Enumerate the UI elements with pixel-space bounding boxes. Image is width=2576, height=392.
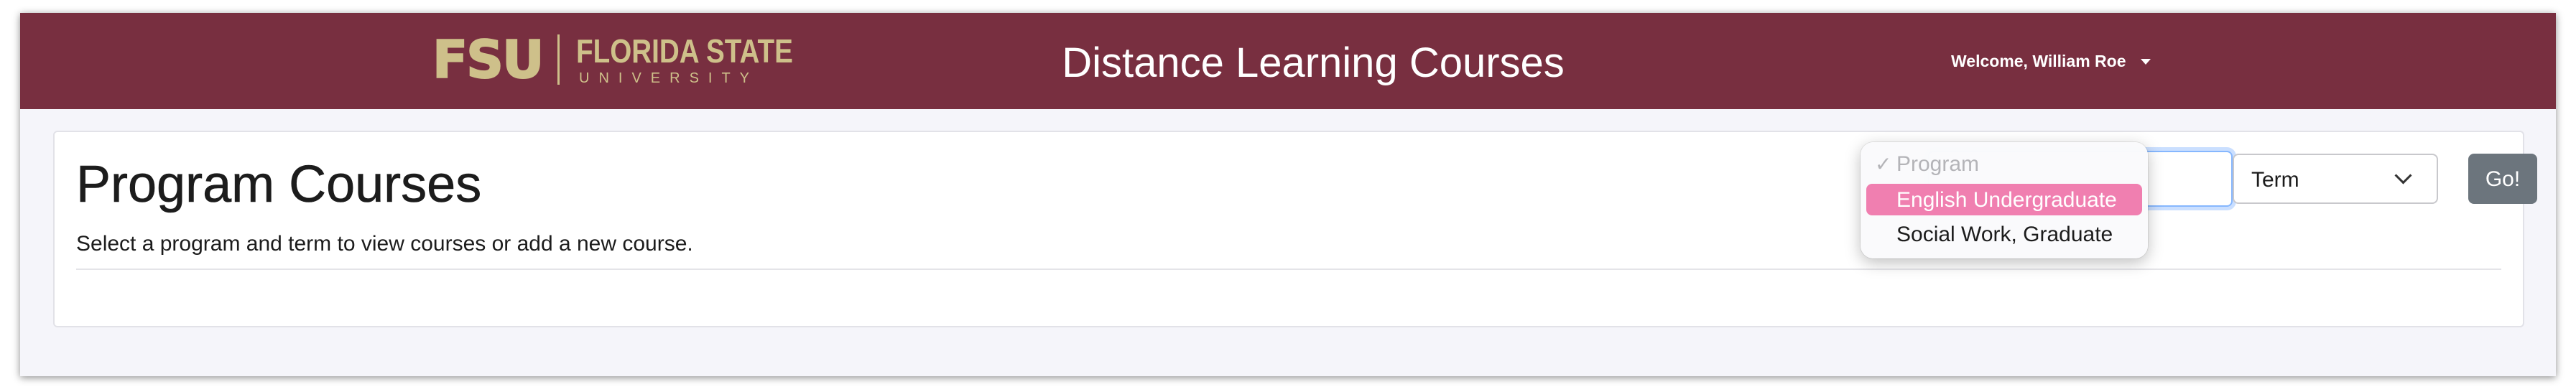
logo-subtitle: UNIVERSITY <box>579 70 759 86</box>
user-menu[interactable]: Welcome, William Roe <box>1951 47 2151 75</box>
go-button[interactable]: Go! <box>2468 154 2537 204</box>
logo-name: FLORIDA STATE <box>576 32 793 70</box>
program-option-social-work-graduate[interactable]: Social Work, Graduate <box>1866 218 2142 250</box>
term-select[interactable]: Term <box>2233 154 2438 204</box>
logo-mark: FSU <box>432 29 545 90</box>
logo-divider <box>557 34 560 85</box>
program-courses-card: Program Courses Select a program and ter… <box>53 131 2537 327</box>
app-title: Distance Learning Courses <box>1062 39 1565 86</box>
divider <box>76 269 2501 270</box>
page-title: Program Courses <box>76 156 482 214</box>
fsu-logo[interactable]: FSU FLORIDA STATE UNIVERSITY <box>432 30 806 89</box>
caret-down-icon <box>2140 59 2151 65</box>
option-label: Program <box>1896 152 1980 176</box>
top-navbar: FSU FLORIDA STATE UNIVERSITY Distance Le… <box>20 13 2556 109</box>
program-dropdown-menu: ✓ Program English Undergraduate Social W… <box>1861 142 2148 258</box>
page-subtitle: Select a program and term to view course… <box>76 232 693 256</box>
chevron-down-icon <box>2394 167 2412 185</box>
program-option-placeholder: ✓ Program <box>1866 148 2142 179</box>
option-label: Social Work, Graduate <box>1896 223 2113 246</box>
browser-window: FSU FLORIDA STATE UNIVERSITY Distance Le… <box>20 13 2556 376</box>
term-select-value: Term <box>2251 168 2299 192</box>
program-option-english-undergraduate[interactable]: English Undergraduate <box>1866 184 2142 215</box>
option-label: English Undergraduate <box>1896 188 2117 212</box>
checkmark-icon: ✓ <box>1875 153 1892 175</box>
user-menu-label: Welcome, William Roe <box>1951 51 2126 70</box>
